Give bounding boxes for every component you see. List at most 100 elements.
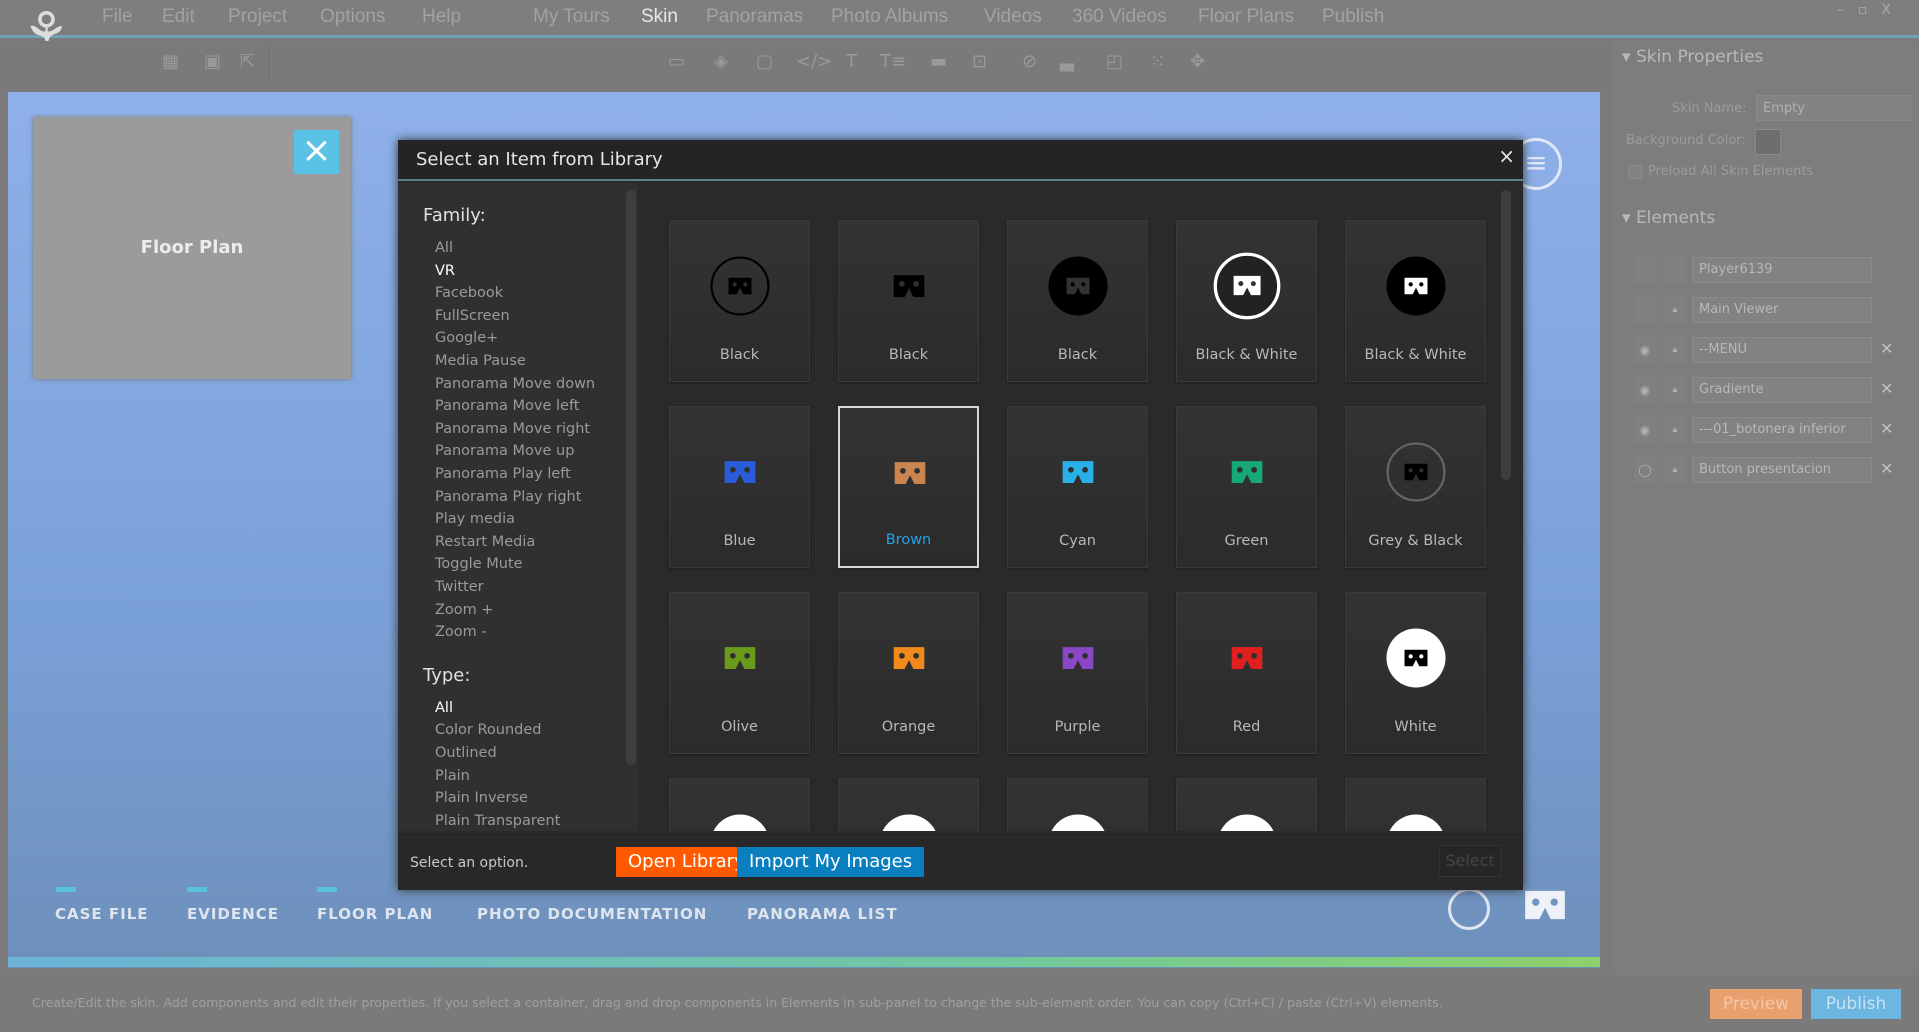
type-item[interactable]: Plain Inverse — [435, 790, 528, 806]
element-row[interactable]: ◯ 🔒︎ Button presentacion ✕ — [1630, 457, 1910, 487]
background-color-swatch[interactable] — [1755, 129, 1781, 155]
skin-name-input[interactable]: Empty — [1756, 95, 1911, 121]
type-item[interactable]: Plain — [435, 768, 470, 784]
family-item[interactable]: Zoom - — [435, 624, 487, 640]
menu-edit[interactable]: Edit — [162, 6, 195, 28]
element-row[interactable]: ◉ 🔒︎ Gradiente ✕ — [1630, 377, 1910, 407]
rectangle-icon[interactable]: ▢ — [756, 51, 773, 72]
library-item[interactable]: Blue — [669, 406, 810, 568]
eye-icon[interactable]: ◉ — [1634, 417, 1656, 443]
eye-icon[interactable] — [1634, 257, 1656, 283]
lock-icon[interactable]: 🔒︎ — [1664, 337, 1686, 363]
menu-help[interactable]: Help — [422, 6, 461, 28]
tab-360-videos[interactable]: 360 Videos — [1072, 6, 1167, 28]
family-item[interactable]: Panorama Move up — [435, 443, 574, 459]
library-item[interactable]: Green — [1176, 406, 1317, 568]
lock-icon[interactable]: 🔒︎ — [1664, 377, 1686, 403]
nav-case-file[interactable]: CASE FILE — [55, 905, 149, 923]
html-icon[interactable]: </> — [796, 51, 832, 72]
tab-photo-albums[interactable]: Photo Albums — [831, 6, 948, 28]
library-item[interactable]: Black — [1007, 220, 1148, 382]
select-button[interactable]: Select — [1439, 845, 1501, 877]
library-item[interactable]: Black & White — [1176, 220, 1317, 382]
family-item[interactable]: Panorama Move right — [435, 421, 590, 437]
publish-button[interactable]: Publish — [1811, 989, 1901, 1019]
eye-icon[interactable]: ◉ — [1634, 337, 1656, 363]
tab-publish[interactable]: Publish — [1322, 6, 1384, 28]
window-icon[interactable]: ◰ — [1106, 51, 1123, 72]
family-item[interactable]: Panorama Move down — [435, 376, 595, 392]
library-item[interactable]: White — [1345, 592, 1486, 754]
open-library-button[interactable]: Open Library — [616, 847, 757, 877]
element-name[interactable]: Main Viewer — [1692, 297, 1872, 323]
library-item[interactable]: Orange — [838, 592, 979, 754]
family-item[interactable]: Play media — [435, 511, 515, 527]
preload-checkbox[interactable] — [1628, 165, 1642, 179]
element-row[interactable]: ◉ 🔒︎ ---01_botonera inferior ✕ — [1630, 417, 1910, 447]
nav-panorama-list[interactable]: PANORAMA LIST — [747, 905, 898, 923]
family-item[interactable]: Panorama Move left — [435, 398, 579, 414]
type-item[interactable]: All — [435, 700, 453, 716]
library-item[interactable]: Red — [1176, 592, 1317, 754]
menu-project[interactable]: Project — [228, 6, 287, 28]
library-item[interactable] — [838, 778, 979, 831]
menu-options[interactable]: Options — [320, 6, 385, 28]
delete-icon[interactable]: ✕ — [1880, 379, 1893, 398]
tab-skin[interactable]: Skin — [641, 6, 678, 28]
element-row[interactable]: 🔒︎ Main Viewer — [1630, 297, 1910, 327]
library-item[interactable]: Brown — [838, 406, 979, 568]
move-icon[interactable]: ✥ — [1190, 51, 1205, 72]
library-item[interactable]: Cyan — [1007, 406, 1148, 568]
image-icon[interactable]: ▬ — [930, 51, 947, 72]
family-item[interactable]: Restart Media — [435, 534, 535, 550]
dots-grid-icon[interactable]: ⁙ — [1150, 51, 1165, 72]
element-row[interactable]: Player6139 — [1630, 257, 1910, 287]
tab-videos[interactable]: Videos — [984, 6, 1042, 28]
family-item[interactable]: Google+ — [435, 330, 498, 346]
eye-closed-icon[interactable]: ◯ — [1634, 457, 1656, 483]
element-name[interactable]: --MENU — [1692, 337, 1872, 363]
family-item[interactable]: Zoom + — [435, 602, 494, 618]
family-item[interactable]: Facebook — [435, 285, 503, 301]
close-icon[interactable]: × — [1498, 144, 1515, 168]
tab-floor-plans[interactable]: Floor Plans — [1198, 6, 1294, 28]
elements-header[interactable]: ▾ Elements — [1622, 208, 1912, 228]
type-item[interactable]: Plain Transparent — [435, 813, 560, 829]
library-item[interactable]: Black & White — [1345, 220, 1486, 382]
text-icon[interactable]: T — [846, 51, 857, 72]
element-row[interactable]: ◉ 🔒︎ --MENU ✕ — [1630, 337, 1910, 367]
family-item[interactable]: Panorama Play left — [435, 466, 571, 482]
skin-properties-header[interactable]: ▾ Skin Properties — [1622, 47, 1912, 67]
delete-icon[interactable]: ✕ — [1880, 459, 1893, 478]
library-item[interactable]: Olive — [669, 592, 810, 754]
eye-icon[interactable]: ◉ — [1634, 377, 1656, 403]
library-item[interactable] — [669, 778, 810, 831]
lock-icon[interactable]: 🔒︎ — [1664, 457, 1686, 483]
library-item[interactable]: Black — [669, 220, 810, 382]
vr-disabled-icon[interactable] — [1448, 888, 1490, 930]
close-icon[interactable]: × — [294, 130, 339, 174]
type-item[interactable]: Outlined — [435, 745, 497, 761]
grid-scrollbar[interactable] — [1501, 190, 1511, 480]
library-item[interactable]: Grey & Black — [1345, 406, 1486, 568]
library-item[interactable]: Black — [838, 220, 979, 382]
element-name[interactable]: Button presentacion — [1692, 457, 1872, 483]
tab-my-tours[interactable]: My Tours — [533, 6, 610, 28]
nav-evidence[interactable]: EVIDENCE — [187, 905, 279, 923]
delete-icon[interactable]: ✕ — [1880, 419, 1893, 438]
window-controls[interactable]: –▫X — [1837, 2, 1905, 18]
family-item[interactable]: Toggle Mute — [435, 556, 523, 572]
filter-scrollbar[interactable] — [626, 190, 636, 765]
library-item[interactable] — [1176, 778, 1317, 831]
lock-icon[interactable]: 🔒︎ — [1664, 417, 1686, 443]
preview-button[interactable]: Preview — [1710, 989, 1802, 1019]
family-item[interactable]: All — [435, 240, 453, 256]
element-name[interactable]: Player6139 — [1692, 257, 1872, 283]
import-images-button[interactable]: Import My Images — [737, 847, 925, 877]
family-item[interactable]: Media Pause — [435, 353, 526, 369]
family-item[interactable]: VR — [435, 263, 455, 279]
element-name[interactable]: ---01_botonera inferior — [1692, 417, 1872, 443]
text-list-icon[interactable]: T≡ — [880, 51, 906, 72]
family-item[interactable]: Panorama Play right — [435, 489, 581, 505]
eye-icon[interactable] — [1634, 297, 1656, 323]
